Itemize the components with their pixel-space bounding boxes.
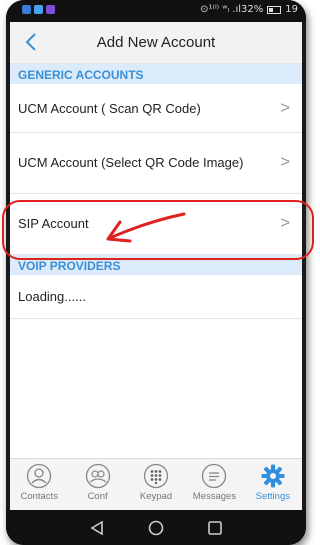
android-nav-bar: [6, 510, 306, 545]
recents-square-icon[interactable]: [206, 519, 224, 537]
row-label: UCM Account (Select QR Code Image): [18, 155, 244, 170]
notification-icons: [22, 5, 55, 14]
app-screen: Add New Account GENERIC ACCOUNTS UCM Acc…: [10, 22, 302, 510]
ucm-scan-qr-row[interactable]: UCM Account ( Scan QR Code) >: [10, 84, 302, 133]
message-icon: [202, 463, 227, 489]
notification-icon: [22, 5, 31, 14]
tab-label: Contacts: [20, 491, 58, 502]
tab-settings[interactable]: Settings: [244, 459, 302, 510]
chevron-right-icon: >: [280, 213, 290, 232]
signal-indicators: ⊙¹⁽ˡ⁾ ʷₗ .ıl32%: [200, 4, 264, 15]
tab-messages[interactable]: Messages: [185, 459, 243, 510]
tab-label: Keypad: [139, 491, 173, 502]
chevron-right-icon: >: [280, 98, 290, 117]
keypad-icon: [143, 463, 169, 489]
battery-icon: [267, 5, 282, 14]
section-header-voip: VOIP PROVIDERS: [10, 255, 302, 275]
row-label: SIP Account: [18, 216, 89, 231]
tab-label: Conf: [87, 491, 108, 502]
sip-account-row[interactable]: SIP Account >: [10, 194, 302, 255]
notification-icon: [46, 5, 55, 14]
tab-label: Settings: [255, 491, 290, 502]
page-title: Add New Account: [96, 34, 216, 51]
gear-icon: [261, 464, 285, 488]
notification-icon: [34, 5, 43, 14]
back-triangle-icon[interactable]: [88, 519, 106, 537]
tab-keypad[interactable]: Keypad: [127, 459, 185, 510]
section-header-generic: GENERIC ACCOUNTS: [10, 64, 302, 84]
status-indicators: ⊙¹⁽ˡ⁾ ʷₗ .ıl32% 19: [200, 4, 298, 15]
ucm-select-qr-row[interactable]: UCM Account (Select QR Code Image) >: [10, 133, 302, 194]
tab-conf[interactable]: Conf: [68, 459, 126, 510]
status-time: 19: [285, 4, 298, 15]
group-icon: [85, 463, 110, 489]
home-circle-icon[interactable]: [147, 519, 165, 537]
phone-frame: ⊙¹⁽ˡ⁾ ʷₗ .ıl32% 19 Add New Account GENER…: [6, 0, 306, 545]
header: Add New Account: [10, 22, 302, 64]
row-label: UCM Account ( Scan QR Code): [18, 101, 201, 116]
status-bar: ⊙¹⁽ˡ⁾ ʷₗ .ıl32% 19: [6, 0, 306, 22]
bottom-tab-bar: Contacts Conf Keypad Messages Settings: [10, 458, 302, 510]
loading-text: Loading......: [18, 289, 86, 304]
chevron-right-icon: >: [280, 152, 290, 171]
person-icon: [27, 463, 52, 489]
tab-label: Messages: [192, 491, 237, 502]
tab-contacts[interactable]: Contacts: [10, 459, 68, 510]
voip-loading-row: Loading......: [10, 275, 302, 319]
